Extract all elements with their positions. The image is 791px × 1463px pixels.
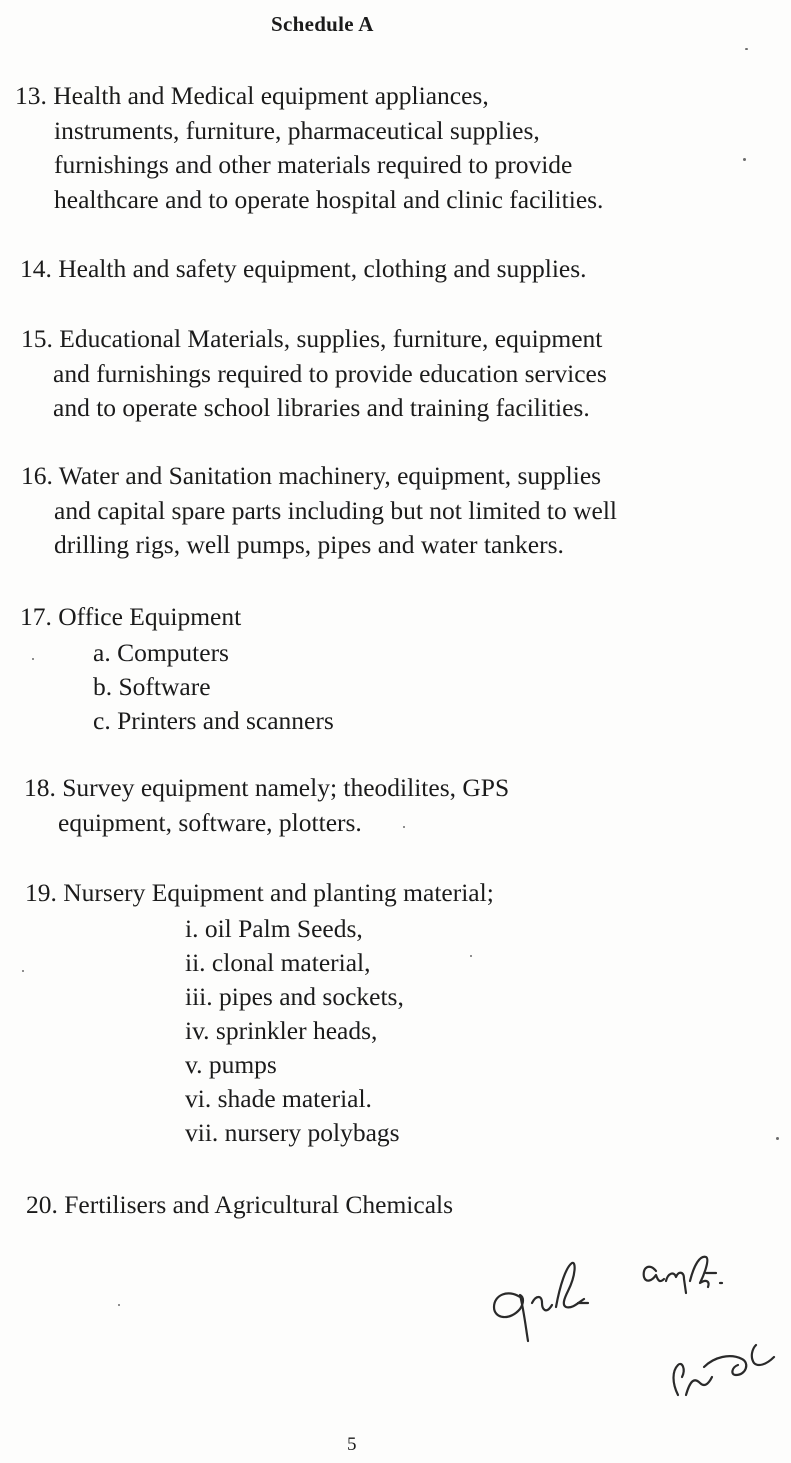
list-item-14: 14. Health and safety equipment, clothin… (20, 252, 587, 287)
item-19-sub-iii: iii. pipes and sockets, (185, 982, 404, 1011)
item-13-line-3: furnishings and other materials required… (54, 150, 573, 179)
item-16-line-3: drilling rigs, well pumps, pipes and wat… (54, 530, 564, 559)
item-17-sub-a: a. Computers (93, 638, 229, 667)
list-item-20: 20. Fertilisers and Agricultural Chemica… (26, 1188, 453, 1223)
list-item-19: 19. Nursery Equipment and planting mater… (25, 876, 494, 911)
scan-speck (745, 48, 748, 50)
list-item-15: 15. Educational Materials, supplies, fur… (21, 322, 607, 426)
list-item-17: 17. Office Equipment (20, 600, 241, 635)
scan-speck (776, 1137, 779, 1140)
item-15-line-1: 15. Educational Materials, supplies, fur… (21, 324, 603, 353)
item-19-sub-v: v. pumps (185, 1050, 277, 1079)
scan-speck (118, 1304, 120, 1306)
item-19-sub-iv: iv. sprinkler heads, (185, 1016, 378, 1045)
scan-speck (22, 970, 24, 972)
item-18-line-2: equipment, software, plotters. (58, 807, 362, 837)
item-19-sub-i: i. oil Palm Seeds, (185, 914, 363, 943)
scan-speck (32, 658, 34, 660)
item-17-sub-b: b. Software (93, 672, 211, 701)
item-15-line-2: and furnishings required to provide educ… (53, 358, 607, 388)
scan-speck (470, 955, 472, 957)
item-19-sub-ii: ii. clonal material, (185, 948, 371, 977)
item-16-line-1: 16. Water and Sanitation machinery, equi… (21, 461, 602, 490)
item-20-line-1: 20. Fertilisers and Agricultural Chemica… (26, 1190, 454, 1219)
item-13-line-1: 13. Health and Medical equipment applian… (15, 81, 489, 110)
scan-speck (403, 826, 405, 828)
item-15-line-3: and to operate school libraries and trai… (53, 393, 590, 422)
scan-speck (743, 158, 746, 161)
item-19-sub-vi: vi. shade material. (185, 1084, 372, 1113)
item-13-line-4: healthcare and to operate hospital and c… (54, 184, 604, 214)
list-item-18: 18. Survey equipment namely; theodilites… (24, 771, 509, 840)
item-19-line-1: 19. Nursery Equipment and planting mater… (25, 878, 494, 907)
item-14-line-1: 14. Health and safety equipment, clothin… (20, 254, 587, 283)
list-item-16: 16. Water and Sanitation machinery, equi… (21, 459, 617, 563)
item-19-sub-vii: vii. nursery polybags (185, 1118, 400, 1147)
item-19-sublist: i. oil Palm Seeds, ii. clonal material, … (185, 912, 404, 1150)
page-number: 5 (347, 1434, 357, 1455)
schedule-title: Schedule A (271, 12, 374, 36)
item-17-sublist: a. Computers b. Software c. Printers and… (93, 636, 334, 738)
handwritten-signatures (492, 1255, 776, 1397)
item-17-sub-c: c. Printers and scanners (93, 706, 334, 735)
item-17-line-1: 17. Office Equipment (20, 602, 242, 631)
list-item-13: 13. Health and Medical equipment applian… (15, 79, 603, 217)
document-page: Schedule A 13. Health and Medical equipm… (0, 0, 791, 1463)
item-16-line-2: and capital spare parts including but no… (54, 495, 617, 525)
item-18-line-1: 18. Survey equipment namely; theodilites… (24, 773, 510, 802)
item-13-line-2: instruments, furniture, pharmaceutical s… (54, 115, 540, 145)
